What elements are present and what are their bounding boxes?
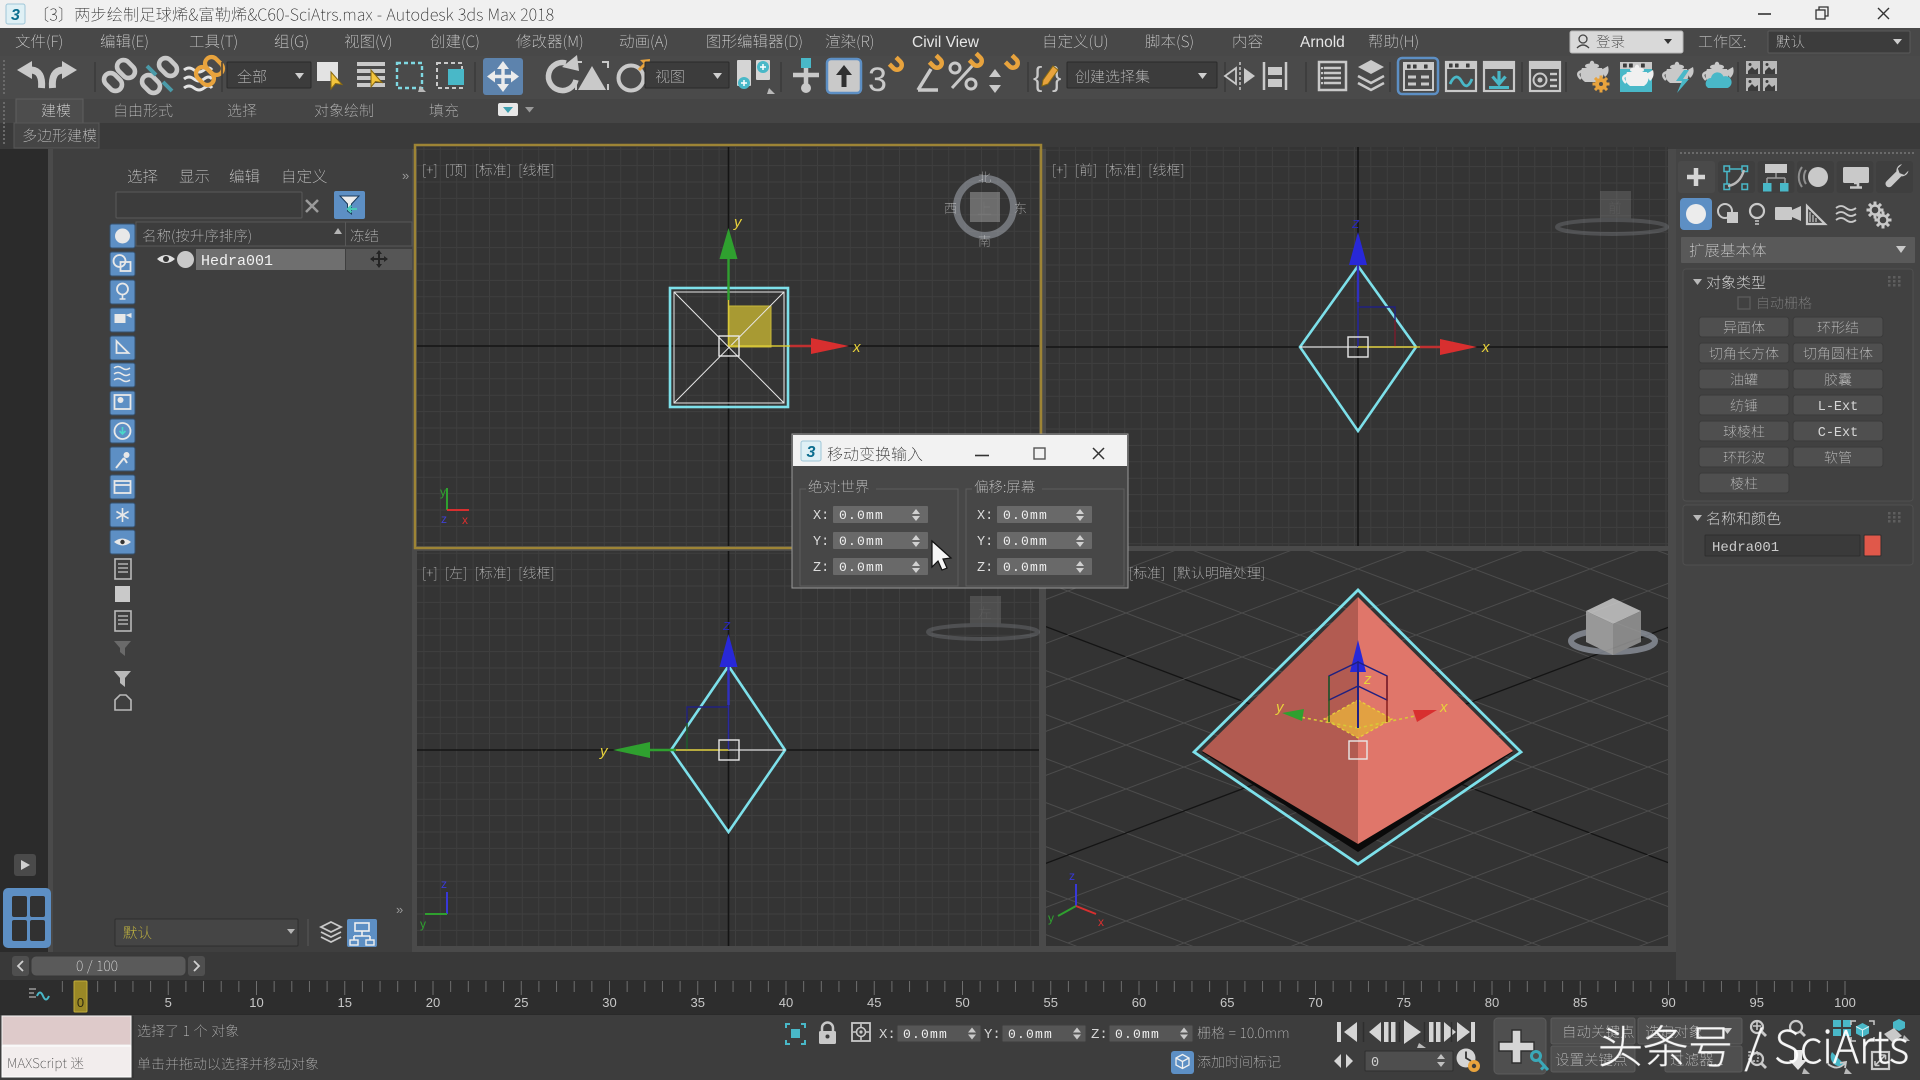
svg-text:50: 50: [955, 995, 969, 1010]
svg-text:0.0mm: 0.0mm: [1003, 508, 1048, 523]
svg-text:0.0mm: 0.0mm: [903, 1027, 948, 1042]
svg-text:Y:: Y:: [977, 535, 993, 550]
svg-text:{: {: [1033, 61, 1042, 92]
svg-text:L-Ext: L-Ext: [1818, 400, 1859, 415]
svg-text:»: »: [402, 168, 409, 183]
svg-text:z: z: [1351, 215, 1360, 232]
svg-text:Z:: Z:: [977, 561, 993, 576]
svg-text:Z:: Z:: [813, 561, 829, 576]
svg-text:90: 90: [1661, 995, 1675, 1010]
svg-text:y: y: [440, 485, 446, 499]
svg-text:Y:: Y:: [813, 535, 829, 550]
svg-text:0.0mm: 0.0mm: [1003, 534, 1048, 549]
svg-text:X:: X:: [879, 1027, 896, 1043]
svg-text:0.0mm: 0.0mm: [839, 508, 884, 523]
svg-text:0.0mm: 0.0mm: [839, 560, 884, 575]
svg-text:x: x: [1098, 915, 1104, 929]
svg-text:80: 80: [1485, 995, 1499, 1010]
svg-text:Hedra001: Hedra001: [1712, 540, 1779, 556]
svg-text:40: 40: [779, 995, 793, 1010]
svg-text:z: z: [441, 512, 447, 526]
svg-text:z: z: [1069, 869, 1075, 883]
svg-text:3: 3: [868, 61, 887, 99]
svg-text:3: 3: [807, 444, 816, 461]
svg-text:60: 60: [1132, 995, 1146, 1010]
svg-text:Arnold: Arnold: [1300, 34, 1345, 51]
svg-text:0.0mm: 0.0mm: [1003, 560, 1048, 575]
svg-text:55: 55: [1044, 995, 1058, 1010]
svg-text:75: 75: [1397, 995, 1411, 1010]
svg-text:x: x: [1481, 339, 1490, 356]
svg-text:3: 3: [11, 7, 20, 24]
svg-text:25: 25: [514, 995, 528, 1010]
svg-text:z: z: [441, 877, 447, 891]
svg-text:30: 30: [602, 995, 616, 1010]
svg-text:x: x: [1439, 699, 1448, 716]
svg-text:20: 20: [426, 995, 440, 1010]
svg-text:15: 15: [338, 995, 352, 1010]
svg-text:X:: X:: [813, 509, 829, 524]
svg-text:35: 35: [691, 995, 705, 1010]
svg-text:x: x: [852, 339, 861, 356]
svg-text:Civil View: Civil View: [912, 34, 980, 51]
svg-text:C-Ext: C-Ext: [1818, 426, 1859, 441]
svg-text:y: y: [420, 917, 426, 931]
svg-text:45: 45: [867, 995, 881, 1010]
svg-text:0: 0: [1371, 1056, 1379, 1071]
svg-text:Hedra001: Hedra001: [201, 253, 273, 270]
svg-text:0.0mm: 0.0mm: [1008, 1027, 1053, 1042]
svg-text:5: 5: [165, 995, 172, 1010]
svg-text:x: x: [462, 513, 468, 527]
svg-text:0: 0: [77, 995, 84, 1010]
svg-text:z: z: [1363, 671, 1372, 688]
svg-text:X:: X:: [977, 509, 993, 524]
svg-text:y: y: [1048, 911, 1054, 925]
svg-text:z: z: [722, 617, 731, 634]
svg-text:70: 70: [1308, 995, 1322, 1010]
svg-text:65: 65: [1220, 995, 1234, 1010]
svg-text:»: »: [396, 902, 403, 917]
svg-text:0.0mm: 0.0mm: [1115, 1027, 1160, 1042]
svg-text:95: 95: [1750, 995, 1764, 1010]
svg-text:100: 100: [1834, 995, 1856, 1010]
svg-text:10: 10: [249, 995, 263, 1010]
svg-text:0.0mm: 0.0mm: [839, 534, 884, 549]
svg-text:Z:: Z:: [1091, 1027, 1108, 1043]
svg-text:Y:: Y:: [984, 1027, 1001, 1043]
svg-text:85: 85: [1573, 995, 1587, 1010]
